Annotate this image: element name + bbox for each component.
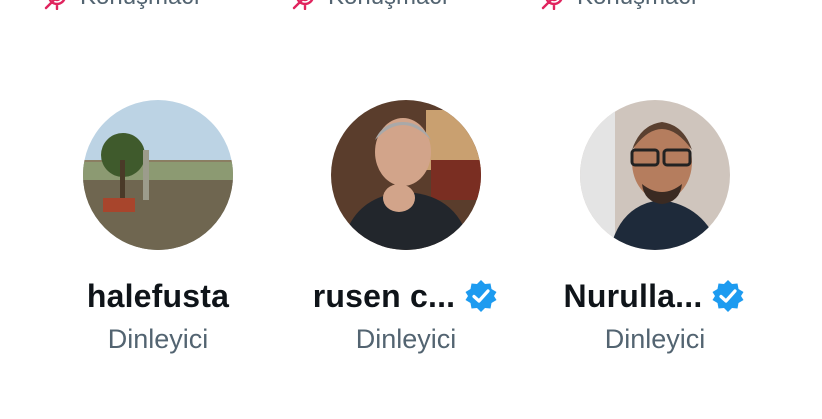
participant-name[interactable]: halefusta	[87, 278, 229, 315]
speaker-role-label: Konuşmacı	[577, 0, 697, 12]
name-row: Nurulla...	[530, 276, 780, 316]
name-row: halefusta	[33, 276, 283, 316]
speaker-tag: Konuşmacı	[44, 0, 200, 12]
avatar[interactable]	[83, 100, 233, 250]
participant-role: Dinleyici	[355, 324, 457, 354]
participant-name[interactable]: Nurulla...	[564, 278, 703, 315]
participant-card[interactable]: rusen c... Dinleyici	[281, 100, 531, 355]
participant-card[interactable]: halefusta Dinleyici	[33, 100, 283, 355]
mic-off-icon	[44, 0, 70, 11]
participant-role: Dinleyici	[107, 324, 209, 354]
verified-badge-icon	[710, 278, 746, 314]
mic-off-icon	[541, 0, 567, 11]
mic-off-icon	[292, 0, 318, 11]
avatar[interactable]	[580, 100, 730, 250]
speaker-role-label: Konuşmacı	[328, 0, 448, 12]
participant-role: Dinleyici	[604, 324, 706, 354]
speaker-role-label: Konuşmacı	[80, 0, 200, 12]
avatar[interactable]	[331, 100, 481, 250]
name-row: rusen c...	[281, 276, 531, 316]
speaker-tag: Konuşmacı	[541, 0, 697, 12]
speaker-tag: Konuşmacı	[292, 0, 448, 12]
speaker-row: Konuşmacı Konuşmacı Konuşmacı	[0, 0, 822, 12]
verified-badge-icon	[463, 278, 499, 314]
participant-card[interactable]: Nurulla... Dinleyici	[530, 100, 780, 355]
participant-name[interactable]: rusen c...	[313, 278, 456, 315]
